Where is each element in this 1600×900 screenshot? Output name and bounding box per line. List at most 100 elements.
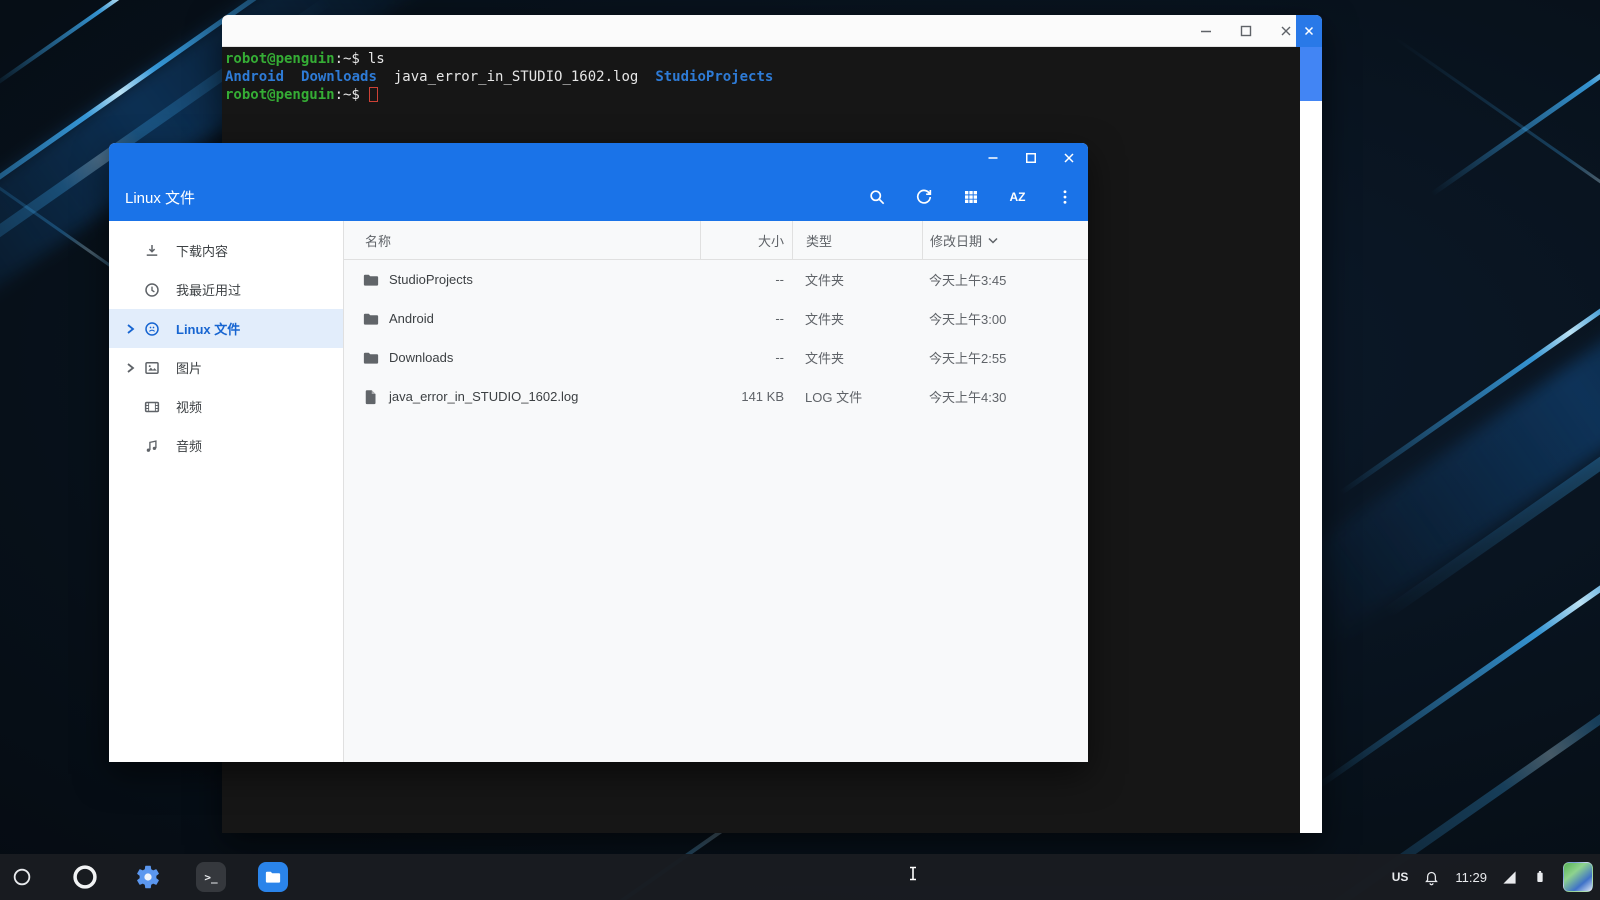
typed-command: ls (367, 51, 385, 67)
prompt-user: robot@penguin (225, 87, 335, 103)
files-toolbar-actions: AZ (853, 173, 1088, 221)
file-size: -- (775, 350, 784, 365)
screenshot-preview-thumbnail[interactable] (1563, 862, 1593, 892)
ls-entry-dir: Android (225, 69, 285, 85)
terminal-corner-close-button[interactable] (1296, 15, 1322, 47)
sort-direction-caret-icon (988, 237, 998, 244)
launcher-button[interactable] (6, 861, 38, 893)
mouse-cursor-ibeam (908, 866, 918, 881)
file-name-cell: StudioProjects (344, 260, 700, 299)
launcher-icon (13, 868, 31, 886)
column-label: 类型 (806, 233, 833, 249)
terminal-scrollbar-thumb[interactable] (1300, 47, 1322, 101)
file-size: -- (775, 311, 784, 326)
file-date: 今天上午3:00 (929, 312, 1007, 327)
sidebar-item-label: 音频 (176, 439, 203, 454)
sidebar-item-label: 图片 (176, 361, 203, 376)
minimize-icon (1201, 30, 1211, 33)
folder-icon (362, 310, 380, 328)
file-row[interactable]: Downloads -- 文件夹 今天上午2:55 (344, 338, 1088, 377)
minimize-icon (988, 157, 998, 159)
refresh-icon (916, 189, 931, 204)
terminal-shelf-button[interactable]: >_ (195, 861, 227, 893)
terminal-line-prompt-command: robot@penguin:~$ ls (225, 50, 1300, 68)
close-icon (1064, 153, 1074, 163)
files-sidebar: 下载内容 我最近用过 Linux 文件 图片 视频 音频 (109, 221, 344, 762)
prompt-user: robot@penguin (225, 51, 335, 67)
prompt-path: :~$ (334, 51, 360, 67)
terminal-window-controls (1186, 15, 1306, 47)
folder-icon (362, 271, 380, 289)
ls-entry-dir: Downloads (301, 69, 377, 85)
grid-view-icon (964, 191, 977, 203)
file-row[interactable]: Android -- 文件夹 今天上午3:00 (344, 299, 1088, 338)
terminal-line-current-prompt: robot@penguin:~$ (225, 86, 1300, 104)
column-header-date[interactable]: 修改日期 (922, 221, 1088, 259)
chevron-right-icon[interactable] (118, 322, 142, 336)
terminal-icon: >_ (196, 862, 226, 892)
terminal-glyph: >_ (204, 870, 218, 884)
ls-entry-file: java_error_in_STUDIO_1602.log (393, 69, 639, 85)
file-type: LOG 文件 (805, 390, 863, 405)
sidebar-item-linux-files[interactable]: Linux 文件 (109, 309, 343, 348)
file-row[interactable]: StudioProjects -- 文件夹 今天上午3:45 (344, 260, 1088, 299)
terminal-scrollbar[interactable] (1300, 47, 1322, 833)
settings-button[interactable] (132, 861, 164, 893)
terminal-cursor (368, 87, 378, 102)
download-icon (142, 242, 162, 260)
column-label: 大小 (757, 233, 784, 249)
prompt-path: :~$ (334, 87, 360, 103)
close-icon (1304, 26, 1314, 36)
clock: 11:29 (1455, 869, 1487, 885)
maximize-icon (1240, 25, 1252, 37)
files-icon (258, 862, 288, 892)
more-menu-button[interactable] (1041, 173, 1088, 221)
sidebar-item-audio[interactable]: 音频 (109, 426, 343, 465)
wallpaper-streak (1430, 0, 1600, 197)
file-name-cell: java_error_in_STUDIO_1602.log (344, 377, 700, 416)
close-icon (1281, 26, 1291, 36)
sidebar-item-label: 视频 (176, 400, 203, 415)
sort-button[interactable]: AZ (994, 173, 1041, 221)
file-list-header: 名称 大小 类型 修改日期 (344, 221, 1088, 260)
files-window-controls (974, 143, 1088, 173)
files-app-window: Linux 文件 AZ 下载内容 我最近用过 Linux 文件 图片 视频 音频… (109, 143, 1088, 762)
audio-icon (142, 437, 162, 455)
notification-bell-icon (1425, 871, 1439, 885)
status-tray[interactable]: US 11:29 (1388, 854, 1552, 900)
sidebar-item-videos[interactable]: 视频 (109, 387, 343, 426)
desktop[interactable]: robot@penguin:~$ ls Android Downloads java_… (0, 0, 1600, 900)
file-date: 今天上午2:55 (929, 351, 1007, 366)
sidebar-item-downloads[interactable]: 下载内容 (109, 231, 343, 270)
file-name: StudioProjects (389, 272, 473, 287)
search-button[interactable] (853, 173, 900, 221)
minimize-button[interactable] (1186, 15, 1226, 47)
refresh-button[interactable] (900, 173, 947, 221)
sidebar-item-recent[interactable]: 我最近用过 (109, 270, 343, 309)
column-header-name[interactable]: 名称 (344, 221, 700, 259)
sidebar-item-label: Linux 文件 (176, 322, 241, 337)
sort-az-label: AZ (1009, 190, 1026, 204)
chrome-button[interactable] (69, 861, 101, 893)
terminal-titlebar[interactable] (222, 15, 1322, 47)
files-shelf-button[interactable] (257, 861, 289, 893)
minimize-button[interactable] (974, 143, 1012, 173)
view-toggle-button[interactable] (947, 173, 994, 221)
column-header-type[interactable]: 类型 (792, 221, 922, 259)
column-header-size[interactable]: 大小 (700, 221, 792, 259)
close-button[interactable] (1050, 143, 1088, 173)
chevron-right-icon[interactable] (118, 361, 142, 375)
search-icon (869, 190, 884, 205)
files-titlebar[interactable] (109, 143, 1088, 173)
files-toolbar: Linux 文件 AZ (109, 173, 1088, 221)
file-type: 文件夹 (805, 273, 845, 288)
page-title: Linux 文件 (125, 189, 196, 207)
file-type: 文件夹 (805, 312, 845, 327)
sidebar-item-images[interactable]: 图片 (109, 348, 343, 387)
maximize-button[interactable] (1012, 143, 1050, 173)
wallpaper-streak (1394, 36, 1600, 327)
file-row[interactable]: java_error_in_STUDIO_1602.log 141 KB LOG… (344, 377, 1088, 416)
keyboard-layout-indicator: US (1391, 870, 1409, 884)
file-type: 文件夹 (805, 351, 845, 366)
maximize-button[interactable] (1226, 15, 1266, 47)
